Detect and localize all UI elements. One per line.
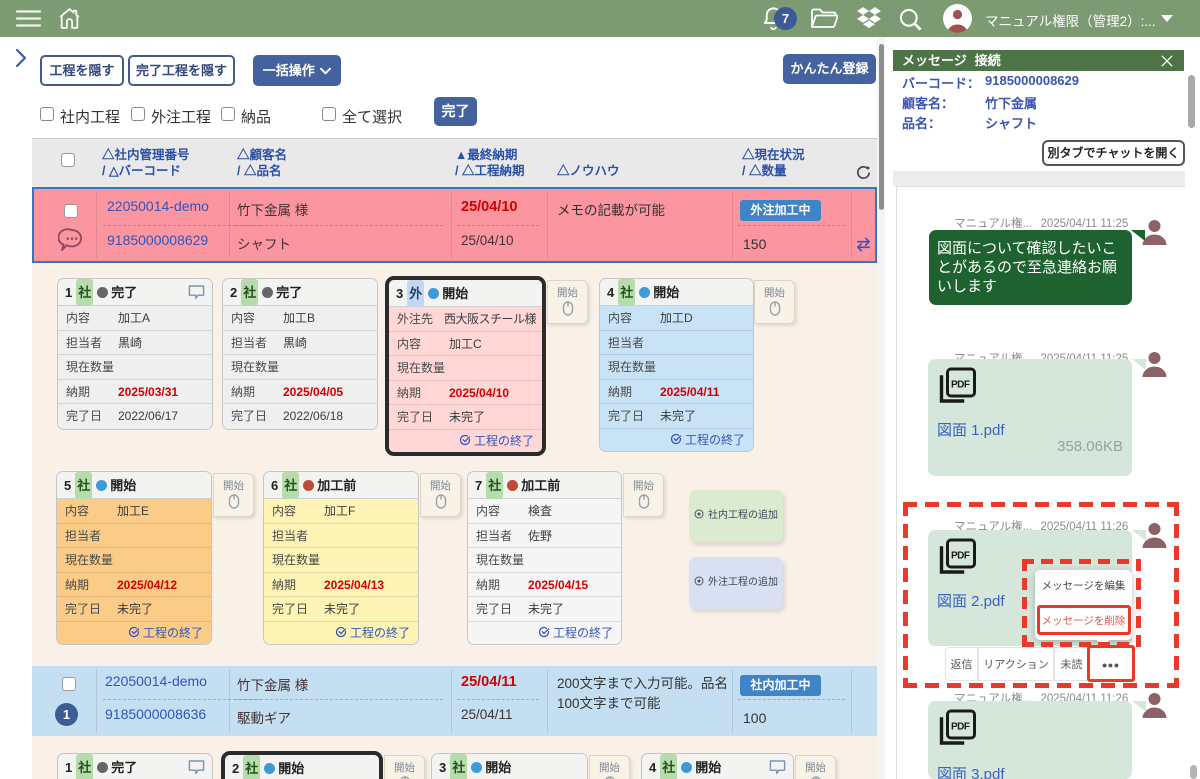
svg-text:PDF: PDF [951, 551, 970, 562]
svg-text:PDF: PDF [951, 722, 970, 733]
svg-text:PDF: PDF [951, 380, 970, 391]
